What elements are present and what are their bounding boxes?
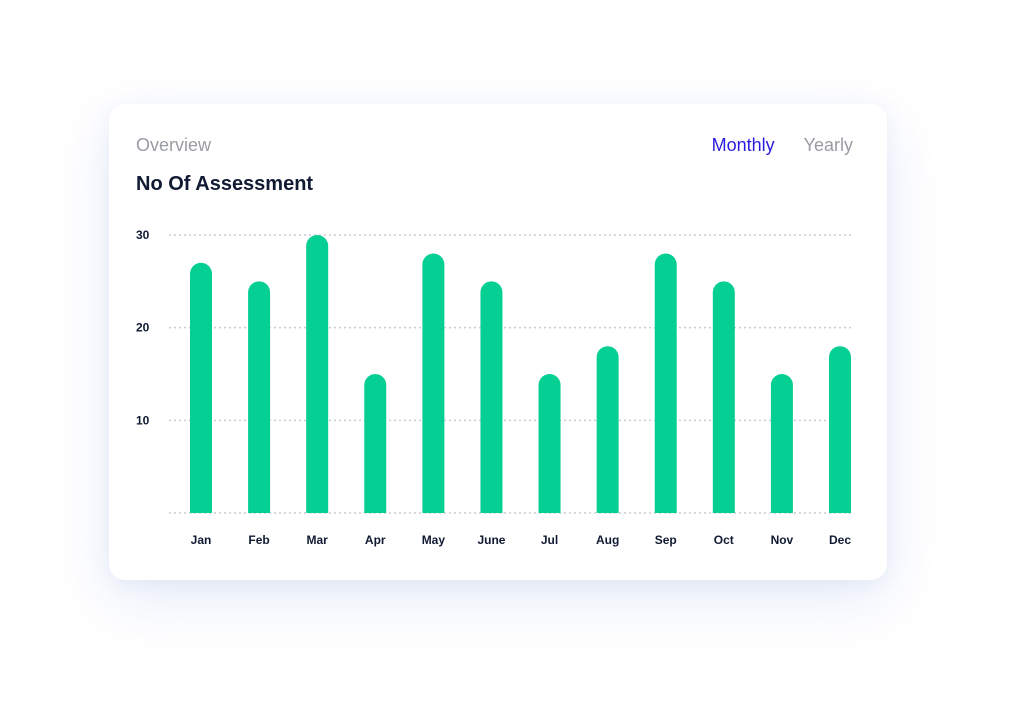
chart-card: Overview Monthly Yearly No Of Assessment… (109, 104, 887, 580)
y-tick-label-30: 30 (136, 228, 150, 242)
bar-feb[interactable] (248, 281, 271, 513)
x-tick-label-jan: Jan (191, 533, 212, 547)
bar-jan[interactable] (190, 262, 212, 513)
bar-aug[interactable] (596, 346, 619, 513)
x-tick-label-june: June (477, 533, 505, 547)
x-tick-label-dec: Dec (829, 533, 851, 547)
bar-sep[interactable] (654, 253, 677, 513)
y-tick-label-20: 20 (136, 321, 150, 335)
x-tick-label-jul: Jul (541, 533, 558, 547)
x-tick-label-aug: Aug (596, 533, 619, 547)
bar-mar[interactable] (306, 235, 329, 513)
x-tick-label-apr: Apr (365, 533, 386, 547)
bar-dec[interactable] (829, 346, 851, 513)
bar-june[interactable] (480, 281, 503, 513)
bar-nov[interactable] (770, 374, 793, 513)
x-tick-label-nov: Nov (771, 533, 794, 547)
x-tick-label-sep: Sep (655, 533, 677, 547)
x-tick-label-mar: Mar (307, 533, 329, 547)
x-tick-label-oct: Oct (714, 533, 734, 547)
y-tick-label-10: 10 (136, 413, 150, 427)
bar-apr[interactable] (364, 374, 387, 513)
x-tick-label-may: May (422, 533, 446, 547)
bar-jul[interactable] (538, 374, 561, 513)
bar-oct[interactable] (712, 281, 735, 513)
bar-may[interactable] (422, 253, 445, 513)
x-tick-label-feb: Feb (248, 533, 269, 547)
bar-chart: 10 20 30 Jan Feb Mar Apr May June Jul Aug Sep Oct Nov… (136, 228, 852, 547)
